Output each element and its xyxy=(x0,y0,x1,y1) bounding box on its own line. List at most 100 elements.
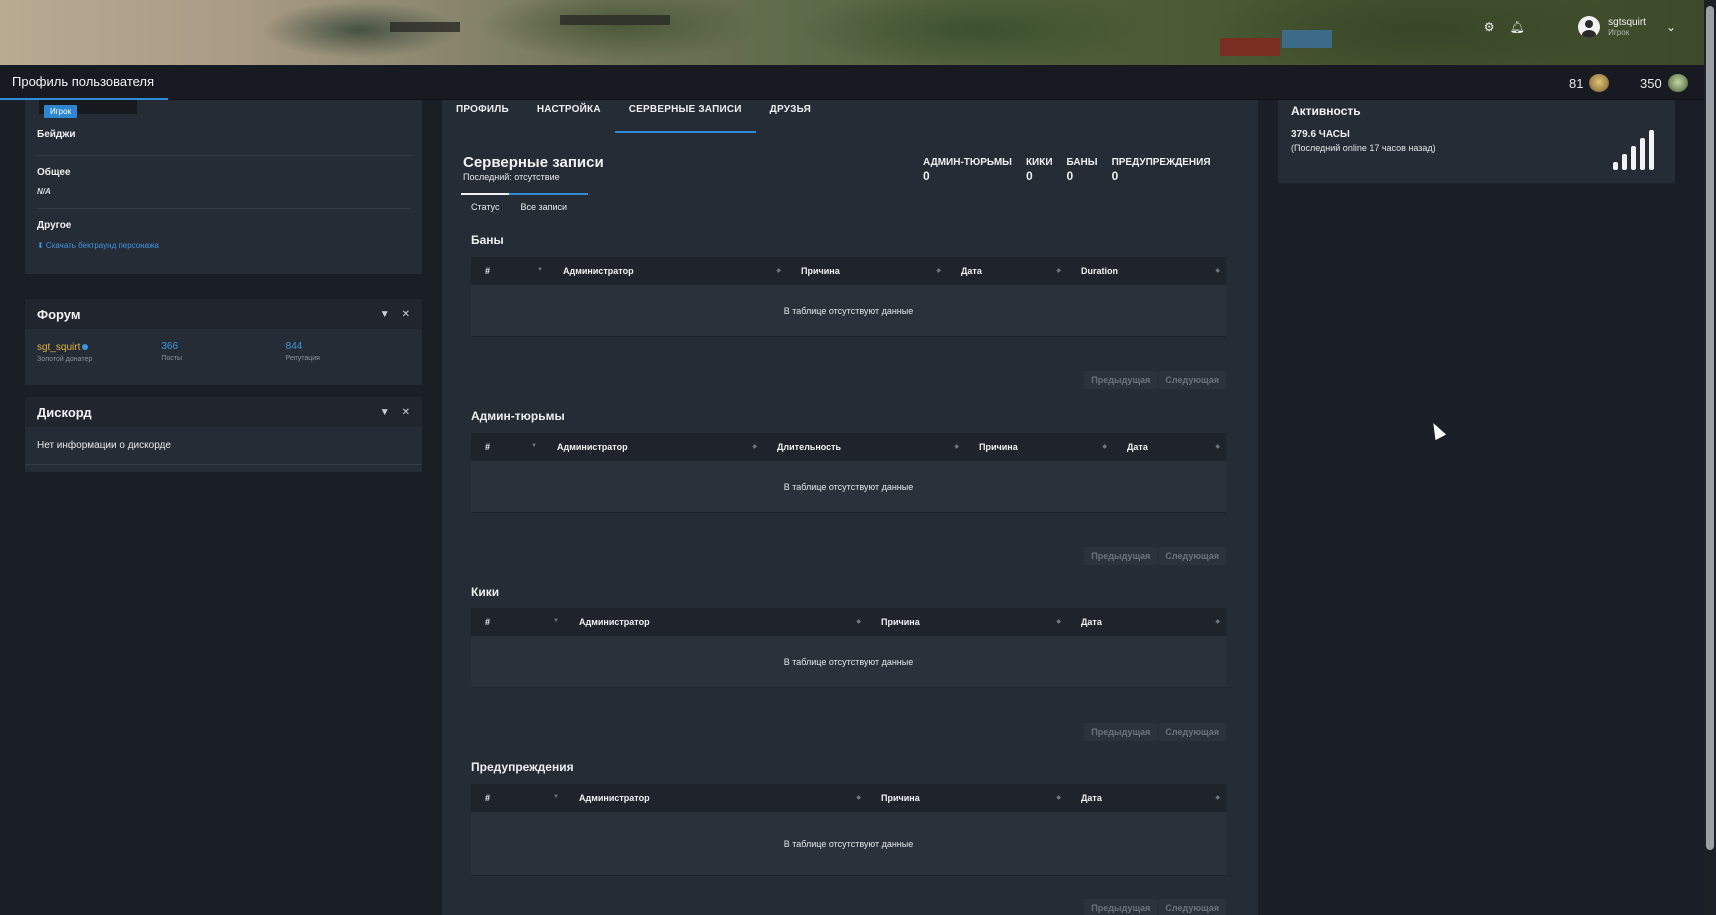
counter-value: 0 xyxy=(1066,169,1074,183)
col-label: Дата xyxy=(961,266,982,276)
tab-friends[interactable]: ДРУЗЬЯ xyxy=(756,100,825,133)
sort-icon: ◆ xyxy=(1215,444,1220,450)
banner-scenery xyxy=(1282,30,1332,48)
next-button[interactable]: Следующая xyxy=(1158,723,1226,741)
forum-username[interactable]: sgt_squirt xyxy=(37,342,80,353)
download-background-link[interactable]: ⬇ Скачать бектраунд персонажа xyxy=(37,241,159,250)
counter-value: 0 xyxy=(923,169,930,183)
col-header[interactable]: Администратор ◆ xyxy=(543,433,763,461)
col-label: # xyxy=(485,617,491,627)
next-button[interactable]: Следующая xyxy=(1158,547,1226,565)
prev-button[interactable]: Предыдущая xyxy=(1084,371,1158,389)
col-header[interactable]: Дата ◆ xyxy=(1067,784,1226,812)
close-icon[interactable]: ✕ xyxy=(402,407,410,418)
counter-jails: АДМИН-ТЮРЬМЫ 0 xyxy=(923,157,1012,183)
signal-bar xyxy=(1649,130,1654,170)
user-role: Игрок xyxy=(1608,28,1630,37)
col-header[interactable]: # ▼ xyxy=(471,784,565,812)
col-header[interactable]: # ▼ xyxy=(471,257,549,285)
col-header[interactable]: # ▼ xyxy=(471,433,543,461)
col-header[interactable]: Дата ◆ xyxy=(1113,433,1226,461)
scrollbar-thumb[interactable] xyxy=(1706,6,1714,850)
forum-title: Форум xyxy=(37,306,81,322)
records-counters: АДМИН-ТЮРЬМЫ 0 КИКИ 0 БАНЫ 0 ПРЕДУПРЕЖДЕ… xyxy=(923,157,1211,183)
sort-icon: ◆ xyxy=(1056,795,1061,801)
pagination: Предыдущая Следующая xyxy=(1084,723,1226,741)
signal-bar xyxy=(1622,154,1627,170)
divider xyxy=(37,155,410,156)
signal-bar xyxy=(1631,146,1636,170)
col-header[interactable]: Причина ◆ xyxy=(965,433,1113,461)
forum-reputation-count[interactable]: 844 xyxy=(286,341,410,352)
col-header[interactable]: # ▼ xyxy=(471,608,565,636)
col-label: Администратор xyxy=(579,617,650,627)
col-header[interactable]: Администратор ◆ xyxy=(565,784,867,812)
page-scrollbar[interactable] xyxy=(1704,0,1716,915)
medals-stat: 81 xyxy=(1569,74,1610,92)
coin-icon xyxy=(1667,74,1688,92)
tab-server-records[interactable]: СЕРВЕРНЫЕ ЗАПИСИ xyxy=(614,100,756,133)
subtab-all-records[interactable]: Все записи xyxy=(520,202,567,212)
next-button[interactable]: Следующая xyxy=(1158,371,1226,389)
counter-value: 0 xyxy=(1111,169,1119,183)
banner-scenery xyxy=(390,22,460,32)
collapse-icon[interactable]: ▼ xyxy=(380,309,390,320)
collapse-icon[interactable]: ▼ xyxy=(380,407,390,418)
pagination: Предыдущая Следующая xyxy=(1084,899,1226,915)
user-info: sgtsquirt Игрок xyxy=(1608,17,1646,37)
coins-count: 350 xyxy=(1640,75,1662,91)
counter-label: АДМИН-ТЮРЬМЫ xyxy=(923,157,1012,168)
col-header[interactable]: Администратор ◆ xyxy=(565,608,867,636)
discord-info: Нет информации о дискорде xyxy=(25,427,422,465)
bell-icon[interactable]: 🔔︎ xyxy=(1510,20,1525,34)
col-header[interactable]: Причина ◆ xyxy=(787,257,947,285)
forum-posts-label: Посты xyxy=(161,355,182,362)
prev-button[interactable]: Предыдущая xyxy=(1084,547,1158,565)
col-label: Причина xyxy=(801,266,840,276)
col-label: Причина xyxy=(881,617,920,627)
tab-settings[interactable]: НАСТРОЙКА xyxy=(523,100,615,133)
col-header[interactable]: Причина ◆ xyxy=(867,784,1067,812)
col-label: # xyxy=(485,793,491,803)
discord-panel: Дискорд ▼ ✕ Нет информации о дискорде xyxy=(25,397,422,472)
empty-message: В таблице отсутствуют данные xyxy=(471,461,1226,513)
col-header[interactable]: Дата ◆ xyxy=(947,257,1067,285)
general-label: Общее xyxy=(37,167,71,178)
col-label: Дата xyxy=(1081,617,1102,627)
panel-controls: ▼ ✕ xyxy=(380,309,410,320)
settings-icon[interactable]: ⚙ xyxy=(1482,20,1496,34)
sort-icon: ◆ xyxy=(1215,268,1220,274)
col-label: Администратор xyxy=(563,266,634,276)
forum-reputation-label: Репутация xyxy=(285,355,320,362)
sort-icon: ◆ xyxy=(1056,619,1061,625)
col-header[interactable]: Причина ◆ xyxy=(867,608,1067,636)
counter-label: БАНЫ xyxy=(1066,157,1098,168)
col-header[interactable]: Дата ◆ xyxy=(1067,608,1226,636)
bans-table: # ▼ Администратор ◆ Причина ◆ Дата ◆ Duratio… xyxy=(471,257,1226,337)
col-header[interactable]: Duration ◆ xyxy=(1067,257,1226,285)
activity-last-online: (Последний online 17 часов назад) xyxy=(1291,143,1436,153)
forum-posts-count[interactable]: 366 xyxy=(161,341,285,352)
col-header[interactable]: Администратор ◆ xyxy=(549,257,787,285)
user-menu[interactable]: sgtsquirt Игрок ⌄ xyxy=(1578,16,1676,38)
header-controls: ⚙ 🔔︎ sgtsquirt Игрок ⌄ xyxy=(1482,16,1676,38)
subtab-status[interactable]: Статус xyxy=(471,202,499,212)
records-main: ПРОФИЛЬ НАСТРОЙКА СЕРВЕРНЫЕ ЗАПИСИ ДРУЗЬ… xyxy=(442,100,1258,915)
next-button[interactable]: Следующая xyxy=(1158,899,1226,915)
sort-icon: ◆ xyxy=(752,444,757,450)
forum-panel: Форум ▼ ✕ sgt_squirt Золотой донатер 366… xyxy=(25,299,422,385)
col-label: Причина xyxy=(881,793,920,803)
banner-scenery xyxy=(560,15,670,25)
sort-icon: ◆ xyxy=(936,268,941,274)
col-header[interactable]: Длительность ◆ xyxy=(763,433,965,461)
sort-icon: ◆ xyxy=(1215,795,1220,801)
warnings-table: # ▼ Администратор ◆ Причина ◆ Дата ◆ В табли… xyxy=(471,784,1226,876)
prev-button[interactable]: Предыдущая xyxy=(1084,899,1158,915)
prev-button[interactable]: Предыдущая xyxy=(1084,723,1158,741)
page-title[interactable]: Профиль пользователя xyxy=(12,74,154,89)
chevron-down-icon[interactable]: ⌄ xyxy=(1666,20,1676,34)
close-icon[interactable]: ✕ xyxy=(402,309,410,320)
counter-bans: БАНЫ 0 xyxy=(1067,157,1098,183)
tab-profile[interactable]: ПРОФИЛЬ xyxy=(442,100,523,133)
sort-icon: ▼ xyxy=(553,618,559,624)
